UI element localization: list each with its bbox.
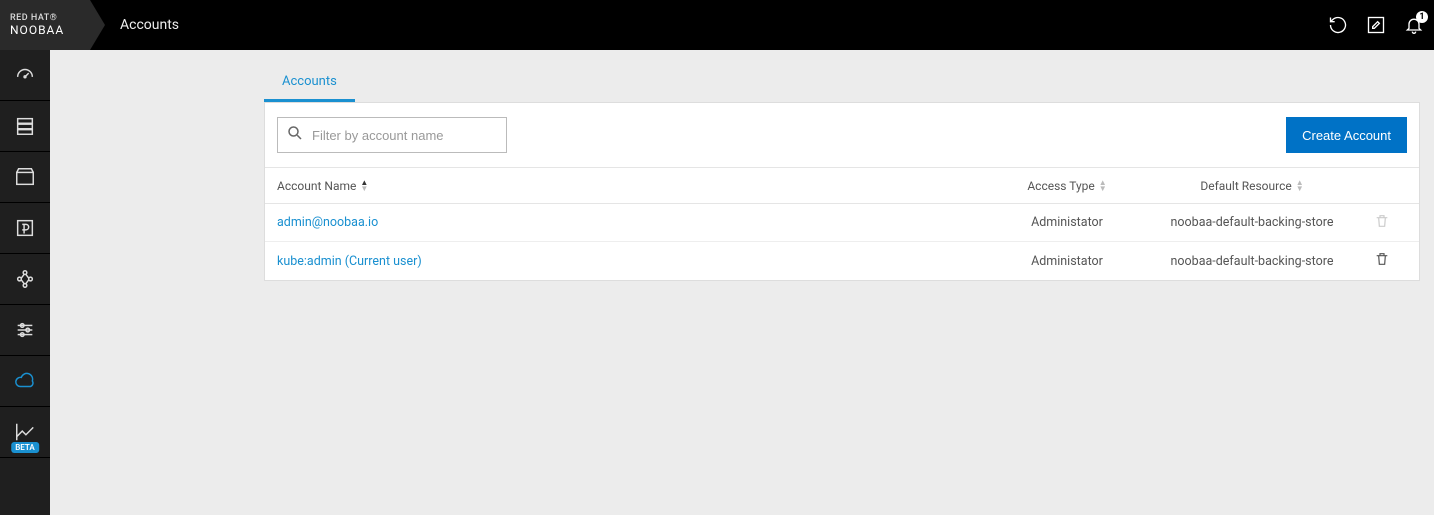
access-type-cell: Administator (987, 254, 1147, 269)
delete-icon[interactable] (1374, 251, 1390, 271)
sidebar: BETA (0, 50, 50, 515)
search-icon (278, 124, 312, 146)
search-input[interactable] (312, 118, 492, 152)
sort-icon: ▲▼ (1099, 180, 1107, 192)
notification-badge: 1 (1416, 11, 1428, 23)
sidebar-item-cloud[interactable] (0, 356, 50, 407)
default-resource-cell: noobaa-default-backing-store (1147, 254, 1357, 269)
brand-line1: RED HAT® (10, 13, 57, 23)
account-name-cell: admin@noobaa.io (277, 215, 987, 230)
page-title: Accounts (120, 17, 179, 33)
table-header: Account Name ▲▼ Access Type ▲▼ Default R… (265, 168, 1419, 204)
access-type-cell: Administator (987, 215, 1147, 230)
table-row: admin@noobaa.io Administator noobaa-defa… (265, 204, 1419, 242)
panel-toolbar: Create Account (265, 103, 1419, 168)
column-header-resource[interactable]: Default Resource ▲▼ (1147, 179, 1357, 193)
main-area: Accounts Create Account Account Name ▲▼ (50, 50, 1434, 515)
table-row: kube:admin (Current user) Administator n… (265, 242, 1419, 280)
delete-icon (1374, 213, 1390, 233)
notifications-icon[interactable]: 1 (1404, 15, 1424, 35)
column-access-label: Access Type (1027, 179, 1094, 193)
sidebar-item-buckets[interactable] (0, 152, 50, 203)
column-name-label: Account Name (277, 179, 356, 193)
brand-line2: NOOBAA (10, 23, 64, 37)
tab-accounts[interactable]: Accounts (264, 64, 355, 102)
column-header-access[interactable]: Access Type ▲▼ (987, 179, 1147, 193)
top-bar: RED HAT® NOOBAA Accounts 1 (0, 0, 1434, 50)
search-wrap (277, 117, 507, 153)
sidebar-item-pool[interactable] (0, 254, 50, 305)
sidebar-item-functions[interactable] (0, 203, 50, 254)
row-action-cell (1357, 251, 1407, 271)
create-account-button[interactable]: Create Account (1286, 117, 1407, 153)
refresh-icon[interactable] (1328, 15, 1348, 35)
topbar-actions: 1 (1328, 0, 1424, 50)
sort-icon: ▲▼ (360, 180, 368, 192)
accounts-panel: Create Account Account Name ▲▼ Access Ty… (264, 102, 1420, 281)
sidebar-item-resources[interactable] (0, 101, 50, 152)
sort-icon: ▲▼ (1296, 180, 1304, 192)
column-resource-label: Default Resource (1200, 179, 1291, 193)
edit-icon[interactable] (1366, 15, 1386, 35)
sidebar-item-dashboard[interactable] (0, 50, 50, 101)
account-link[interactable]: kube:admin (Current user) (277, 254, 422, 269)
beta-badge: BETA (11, 442, 39, 453)
account-name-cell: kube:admin (Current user) (277, 254, 987, 269)
column-header-name[interactable]: Account Name ▲▼ (277, 179, 987, 193)
tab-bar: Accounts (264, 50, 1420, 102)
account-link[interactable]: admin@noobaa.io (277, 215, 378, 230)
tab-label: Accounts (282, 74, 337, 89)
content-wrap: Accounts Create Account Account Name ▲▼ (264, 50, 1420, 281)
default-resource-cell: noobaa-default-backing-store (1147, 215, 1357, 230)
row-action-cell (1357, 213, 1407, 233)
sidebar-item-settings[interactable] (0, 305, 50, 356)
sidebar-item-analytics[interactable]: BETA (0, 407, 50, 458)
brand-logo: RED HAT® NOOBAA (0, 0, 90, 50)
